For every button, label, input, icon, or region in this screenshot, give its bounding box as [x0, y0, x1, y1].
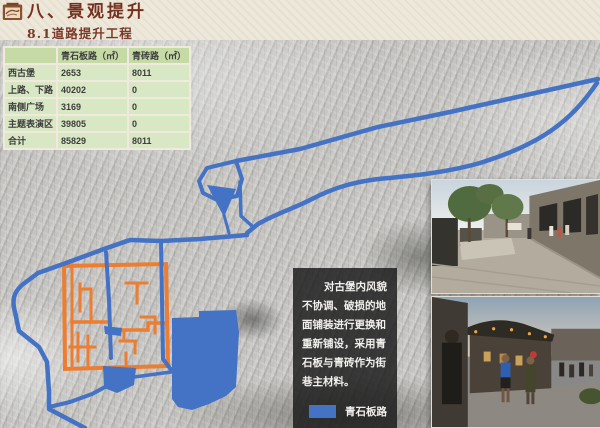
street-widening-area: [104, 326, 122, 336]
brick-road-grid: [64, 264, 168, 369]
street-photo-dusk: [431, 296, 600, 428]
brick-value: 0: [129, 82, 189, 97]
north-loop-road: [236, 79, 598, 161]
table-row: 上路、下路 40202 0: [5, 82, 189, 97]
description-panel: 对古堡内风貌不协调、破损的地面铺装进行更换和重新铺设，采用青石板与青砖作为街巷主…: [293, 268, 397, 428]
header-cell-stone-road: 青石板路（㎡）: [58, 48, 127, 63]
street-photo-day: [431, 179, 600, 294]
paving-area-table: 青石板路（㎡） 青砖路（㎡） 西古堡 2653 8011 上路、下路 40202…: [3, 46, 191, 150]
legend-item-stone: 青石板路: [309, 404, 397, 419]
stone-value: 2653: [58, 65, 127, 80]
legend-label: 青石板路: [345, 404, 387, 419]
header-cell-empty: [5, 48, 56, 63]
stone-value: 3169: [58, 99, 127, 114]
street-photo-day-image: [432, 180, 600, 293]
stone-value: 85829: [58, 133, 127, 148]
row-label: 西古堡: [5, 65, 56, 80]
table-row: 南侧广场 3169 0: [5, 99, 189, 114]
title-block: 八、景观提升: [2, 2, 147, 22]
presentation-slide: 八、景观提升 8.1道路提升工程 青石板路（㎡） 青砖路（㎡） 西古堡 2653…: [0, 0, 600, 428]
junction-plaza-area: [207, 185, 236, 217]
table-header-row: 青石板路（㎡） 青砖路（㎡）: [5, 48, 189, 63]
brick-value: 0: [129, 99, 189, 114]
fortress-lane: [83, 289, 91, 322]
south-access-road: [49, 387, 105, 407]
header-cell-brick-road: 青砖路（㎡）: [129, 48, 189, 63]
street-photo-dusk-image: [432, 297, 600, 427]
row-label: 上路、下路: [5, 82, 56, 97]
stone-road-areas: [103, 185, 239, 410]
south-gate-plaza-area: [103, 366, 136, 393]
junction-link-road: [224, 215, 229, 233]
table-row-total: 合计 85829 8011: [5, 133, 189, 148]
stone-road-swatch: [309, 405, 336, 418]
fortress-main-street: [106, 252, 111, 358]
description-text: 对古堡内风貌不协调、破损的地面铺装进行更换和重新铺设，采用青石板与青砖作为街巷主…: [302, 278, 388, 392]
table-row: 主题表演区 39805 0: [5, 116, 189, 131]
row-label: 合计: [5, 133, 56, 148]
brick-value: 0: [129, 116, 189, 131]
stone-value: 39805: [58, 116, 127, 131]
brick-value: 8011: [129, 133, 189, 148]
fortress-lane: [70, 333, 95, 366]
table-row: 西古堡 2653 8011: [5, 65, 189, 80]
page-title: 八、景观提升: [27, 2, 147, 22]
page-subtitle: 8.1道路提升工程: [27, 23, 133, 42]
junction-link-road: [240, 182, 252, 226]
row-label: 主题表演区: [5, 116, 56, 131]
seal-stamp-icon: [2, 2, 23, 21]
stone-value: 40202: [58, 82, 127, 97]
fortress-lane: [126, 283, 147, 303]
row-label: 南侧广场: [5, 99, 56, 114]
plaza-link-road: [134, 372, 171, 377]
brick-value: 8011: [129, 65, 189, 80]
performance-plaza-area: [172, 310, 239, 410]
